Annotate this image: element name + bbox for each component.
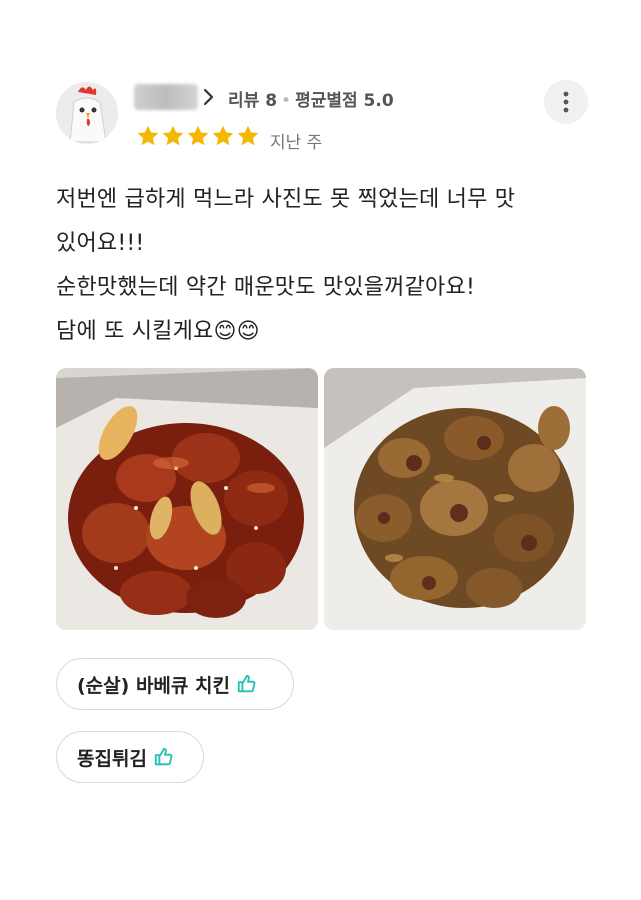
avatar[interactable]: [56, 82, 118, 144]
thumbs-up-icon: [237, 674, 256, 693]
star-icon: [237, 125, 259, 146]
review-count: 리뷰 8: [228, 91, 278, 111]
chicken-avatar-icon: [56, 82, 118, 144]
review-line: 담에 또 시킬게요😊😊: [56, 319, 260, 344]
review-photo-1[interactable]: [56, 368, 318, 630]
review-line: 저번엔 급하게 먹느라 사진도 못 찍었는데 너무 맛: [56, 187, 516, 212]
separator-dot: •: [281, 91, 292, 111]
review-line: 순한맛했는데 약간 매운맛도 맛있을꺼같아요!: [56, 275, 475, 300]
menu-tag-chip[interactable]: (순살) 바베큐 치킨: [56, 658, 294, 710]
star-icon: [187, 125, 209, 146]
thumbs-up-icon: [154, 747, 173, 766]
star-icon: [162, 125, 184, 146]
average-rating: 평균별점 5.0: [295, 91, 394, 111]
review-line: 있어요!!!: [56, 231, 145, 256]
more-options-button[interactable]: [544, 80, 588, 124]
menu-tag-label: (순살) 바베큐 치킨: [77, 674, 230, 697]
reviewer-stats: 리뷰 8 • 평균별점 5.0: [228, 86, 394, 111]
review-photo-2[interactable]: [324, 368, 586, 630]
review-date: 지난 주: [270, 133, 323, 153]
star-icon: [137, 125, 159, 146]
username-blurred[interactable]: [134, 84, 198, 110]
more-vertical-icon: [563, 91, 569, 113]
review-text: 저번엔 급하게 먹느라 사진도 못 찍었는데 너무 맛 있어요!!! 순한맛했는…: [56, 178, 596, 354]
star-icon: [212, 125, 234, 146]
menu-tag-label: 똥집튀김: [77, 747, 147, 770]
menu-tag-chip[interactable]: 똥집튀김: [56, 731, 204, 783]
chevron-right-icon[interactable]: [202, 86, 216, 108]
star-rating: [136, 124, 260, 148]
